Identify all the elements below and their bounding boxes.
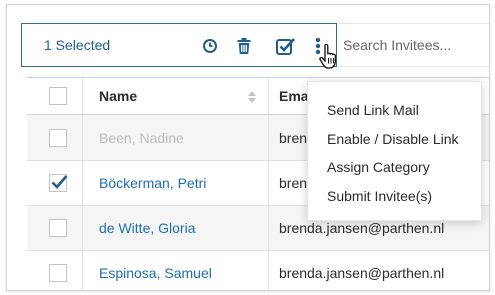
name-cell: Espinosa, Samuel xyxy=(83,251,269,290)
row-checkbox[interactable] xyxy=(49,128,67,147)
check-square-icon[interactable] xyxy=(274,33,298,59)
invitees-panel: 1 Selected Search Invitees... Name Ema B… xyxy=(6,4,490,291)
hand-cursor-icon xyxy=(319,44,336,69)
search-field[interactable] xyxy=(337,23,489,67)
invitee-name-link[interactable]: de Witte, Gloria xyxy=(99,220,195,236)
name-column-header[interactable]: Name xyxy=(83,78,269,114)
email-column-label: Ema xyxy=(279,88,309,104)
select-all-cell xyxy=(27,78,83,114)
name-cell: Been, Nadine xyxy=(83,115,269,160)
invitee-name: Been, Nadine xyxy=(99,129,184,146)
email-cell: brenda.jansen@parthen.nl xyxy=(269,251,489,290)
menu-item-enable-disable-link[interactable]: Enable / Disable Link xyxy=(327,131,459,147)
invitee-name-link[interactable]: Espinosa, Samuel xyxy=(99,265,212,281)
history-icon[interactable] xyxy=(198,33,222,59)
checkmark-icon xyxy=(51,175,68,189)
row-checkbox[interactable] xyxy=(49,264,67,282)
invitee-email: bren xyxy=(279,175,308,191)
invitee-email: brenda.jansen@parthen.nl xyxy=(279,265,445,281)
row-checkbox-cell xyxy=(27,251,83,290)
row-checkbox[interactable] xyxy=(49,219,67,237)
row-checkbox-checked[interactable] xyxy=(49,174,68,192)
name-cell: Böckerman, Petri xyxy=(83,161,269,205)
name-cell: de Witte, Gloria xyxy=(83,206,269,250)
row-checkbox-cell xyxy=(27,206,83,250)
sort-icon[interactable] xyxy=(247,90,257,104)
table-row[interactable]: Espinosa, Samuel brenda.jansen@parthen.n… xyxy=(27,250,489,290)
invitee-name-link[interactable]: Böckerman, Petri xyxy=(99,175,206,191)
invitee-email: bren xyxy=(279,129,308,146)
selected-count: 1 Selected xyxy=(44,37,111,53)
menu-item-assign-category[interactable]: Assign Category xyxy=(327,159,430,175)
selection-toolbar: 1 Selected xyxy=(21,23,337,67)
menu-item-submit-invitees[interactable]: Submit Invitee(s) xyxy=(327,188,432,204)
select-all-checkbox[interactable] xyxy=(49,87,67,105)
invitee-email: brenda.jansen@parthen.nl xyxy=(279,220,445,236)
row-checkbox-cell xyxy=(27,115,83,160)
trash-icon[interactable] xyxy=(232,33,256,59)
menu-item-send-link-mail[interactable]: Send Link Mail xyxy=(327,102,419,118)
actions-dropdown-menu: Send Link Mail Enable / Disable Link Ass… xyxy=(307,81,482,221)
name-column-label: Name xyxy=(99,88,138,104)
search-input[interactable] xyxy=(343,37,489,53)
row-checkbox-cell xyxy=(27,161,83,205)
